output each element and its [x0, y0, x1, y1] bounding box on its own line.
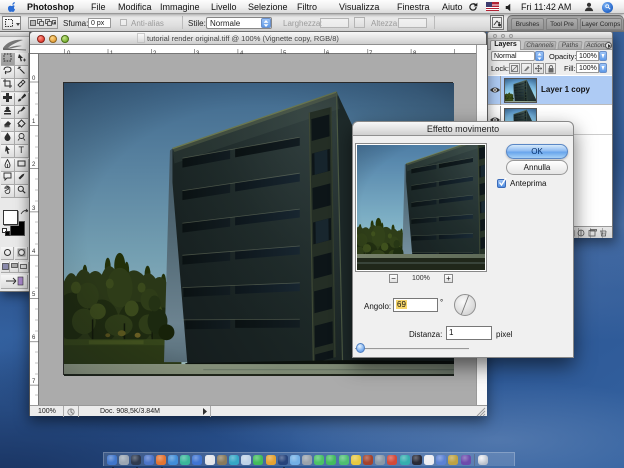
- svg-text:5: 5: [32, 292, 36, 298]
- svg-text:3: 3: [32, 206, 36, 212]
- svg-text:0: 0: [32, 76, 36, 82]
- svg-text:2: 2: [32, 162, 36, 168]
- svg-text:6: 6: [32, 335, 36, 341]
- svg-text:4: 4: [32, 249, 36, 255]
- svg-text:1: 1: [32, 119, 36, 125]
- svg-text:T: T: [19, 145, 25, 154]
- svg-text:7: 7: [32, 379, 36, 385]
